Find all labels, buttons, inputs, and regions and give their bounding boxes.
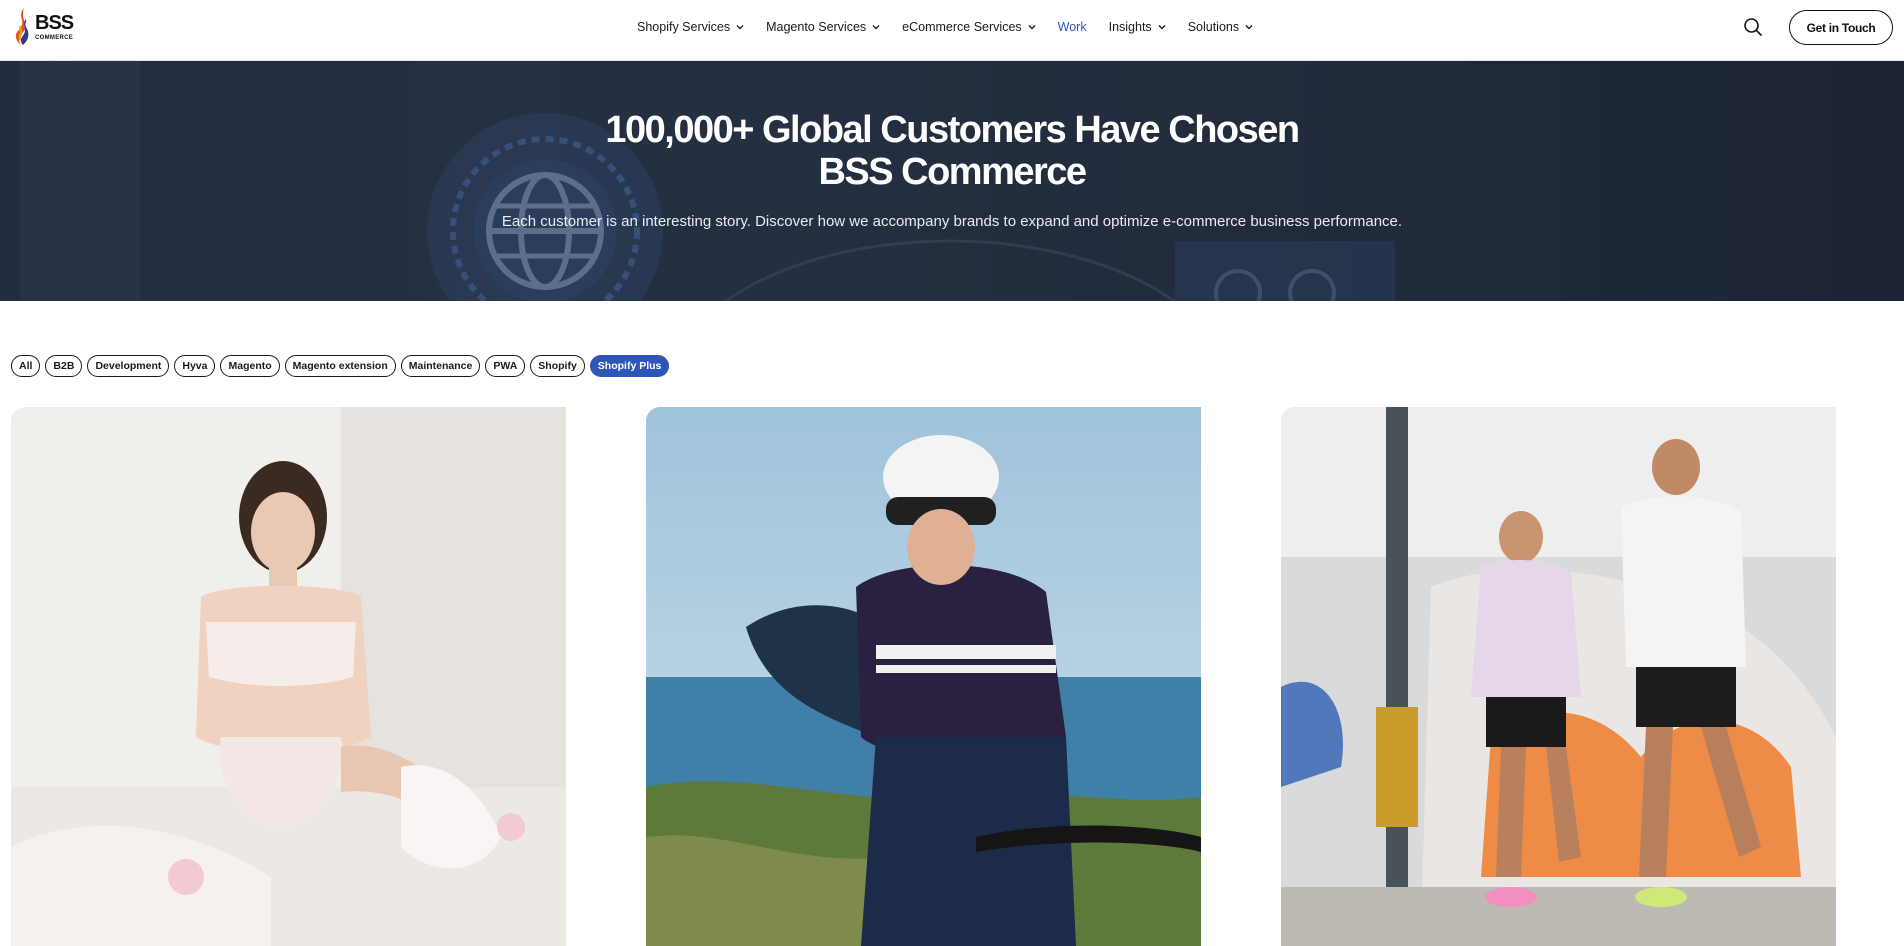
- filter-chip-b2b[interactable]: B2B: [45, 355, 83, 377]
- nav-work[interactable]: Work: [1058, 20, 1087, 34]
- case-study-card-runners[interactable]: [1281, 407, 1836, 946]
- filter-chip-shopify-plus[interactable]: Shopify Plus: [589, 355, 670, 377]
- filter-chip-maintenance[interactable]: Maintenance: [400, 355, 481, 377]
- nav-label: Solutions: [1187, 19, 1240, 34]
- chevron-down-icon: [1245, 24, 1253, 29]
- main-nav: Shopify Services Magento Services eComme…: [637, 0, 1253, 53]
- nav-label: eCommerce Services: [902, 19, 1022, 34]
- case-study-card-lingerie[interactable]: [11, 407, 566, 946]
- get-in-touch-button[interactable]: Get in Touch: [1789, 10, 1893, 45]
- search-button[interactable]: [1743, 17, 1763, 37]
- nav-solutions[interactable]: Solutions: [1188, 20, 1253, 34]
- chevron-down-icon: [1158, 24, 1166, 29]
- filter-chip-magento-extension[interactable]: Magento extension: [284, 355, 396, 377]
- chevron-down-icon: [1028, 24, 1036, 29]
- filter-chip-development[interactable]: Development: [87, 355, 170, 377]
- brand-logo[interactable]: BSS COMMERCE: [12, 7, 84, 47]
- hero-subtitle: Each customer is an interesting story. D…: [501, 213, 1403, 230]
- cyclist-photo: [646, 407, 1201, 946]
- site-header: BSS COMMERCE Shopify Services Magento Se…: [0, 0, 1904, 61]
- flame-logo-icon: [15, 8, 29, 45]
- filter-chip-magento[interactable]: Magento: [220, 355, 280, 377]
- nav-magento-services[interactable]: Magento Services: [766, 20, 880, 34]
- filter-chip-pwa[interactable]: PWA: [485, 355, 526, 377]
- nav-label: Shopify Services: [637, 19, 731, 34]
- brand-wordmark: BSS COMMERCE: [35, 12, 74, 41]
- search-icon: [1744, 18, 1762, 36]
- category-filter-bar: All B2B Development Hyva Magento Magento…: [11, 355, 674, 377]
- brand-tagline: COMMERCE: [35, 35, 74, 41]
- nav-insights[interactable]: Insights: [1109, 20, 1166, 34]
- filter-chip-hyva[interactable]: Hyva: [174, 355, 216, 377]
- brand-name: BSS: [35, 12, 74, 34]
- case-study-card-cyclist[interactable]: [646, 407, 1201, 946]
- hero-title-line-1: 100,000+ Global Customers Have Chosen: [605, 109, 1300, 151]
- filter-chip-shopify[interactable]: Shopify: [530, 355, 585, 377]
- nav-label: Work: [1057, 19, 1087, 34]
- hero-banner: 100,000+ Global Customers Have Chosen BS…: [0, 61, 1904, 301]
- chevron-down-icon: [872, 24, 880, 29]
- hero-title: 100,000+ Global Customers Have Chosen BS…: [0, 109, 1904, 193]
- filter-chip-all[interactable]: All: [11, 355, 41, 377]
- nav-ecommerce-services[interactable]: eCommerce Services: [902, 19, 1036, 34]
- hero-title-line-2: BSS Commerce: [818, 151, 1087, 193]
- runners-photo: [1281, 407, 1836, 946]
- nav-label: Magento Services: [766, 19, 867, 34]
- chevron-down-icon: [736, 24, 744, 29]
- nav-label: Insights: [1108, 19, 1152, 34]
- lingerie-model-photo: [11, 407, 566, 946]
- nav-shopify-services[interactable]: Shopify Services: [637, 20, 744, 34]
